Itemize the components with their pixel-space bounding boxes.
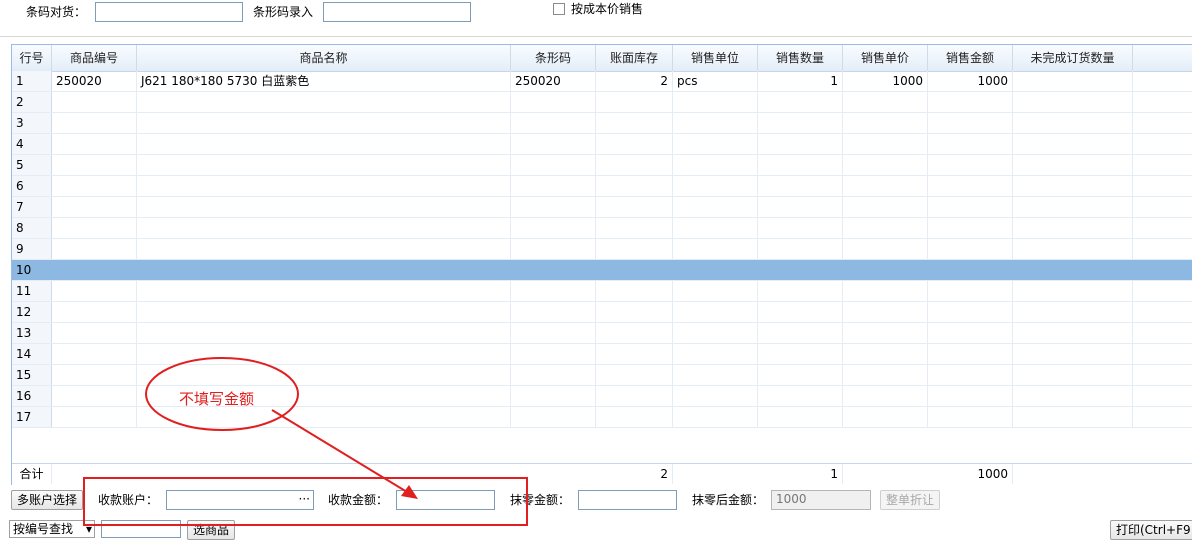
annotation-arrow-line <box>271 409 413 496</box>
annotation-overlay <box>83 357 528 526</box>
annotation-arrow-head <box>401 485 418 499</box>
annotation-bubble-text: 不填写金额 <box>179 390 255 408</box>
annotation-box <box>83 477 528 526</box>
